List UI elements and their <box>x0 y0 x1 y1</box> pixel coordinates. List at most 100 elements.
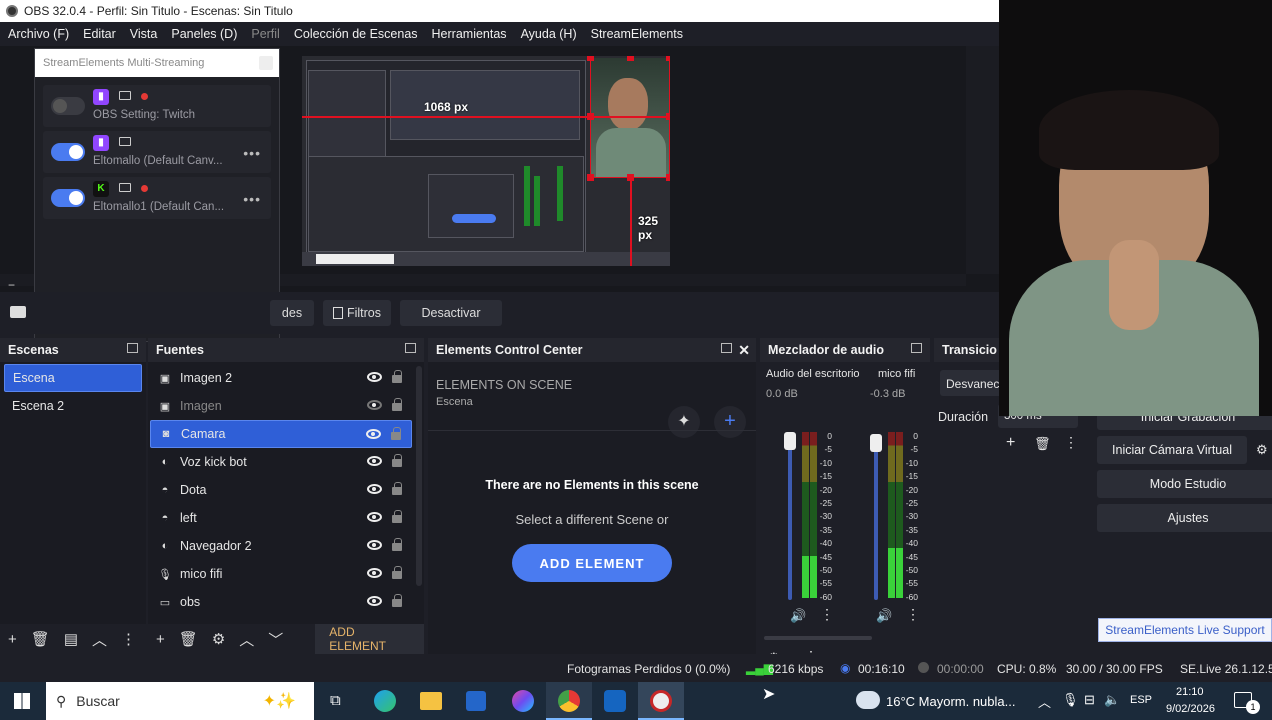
add-icon[interactable]: + <box>1006 434 1015 452</box>
up-icon[interactable]: ︿ <box>239 629 254 650</box>
scene-item[interactable]: Escena 2 <box>4 392 142 420</box>
chevron-up-icon[interactable]: ︿ <box>1038 692 1051 711</box>
se-live-support-button[interactable]: StreamElements Live Support <box>1098 618 1272 642</box>
settings-button[interactable]: Ajustes <box>1097 504 1272 532</box>
volume-icon[interactable]: 🔈 <box>1104 692 1120 708</box>
lock-icon[interactable] <box>392 370 402 383</box>
filters-button[interactable]: Filtros <box>323 300 391 326</box>
add-element-cta[interactable]: ADD ELEMENT <box>512 544 672 582</box>
eye-icon[interactable] <box>367 568 382 578</box>
undock-icon[interactable] <box>127 343 138 353</box>
weather-text[interactable]: 16°C Mayorm. nubla... <box>886 694 1015 709</box>
task-view-icon[interactable]: ⧉ <box>330 692 341 709</box>
eye-icon[interactable] <box>367 372 382 382</box>
lock-icon[interactable] <box>392 538 402 551</box>
lock-icon[interactable] <box>392 454 402 467</box>
more-options-icon[interactable]: ••• <box>243 191 261 207</box>
add-icon[interactable]: + <box>8 631 17 648</box>
add-icon[interactable]: + <box>714 406 746 438</box>
add-icon[interactable]: + <box>156 631 165 648</box>
up-icon[interactable]: ︿ <box>92 629 107 650</box>
camera-icon[interactable] <box>10 306 26 318</box>
language-indicator[interactable]: ESP <box>1130 694 1152 706</box>
stream-row-twitch-default[interactable]: ▮ OBS Setting: Twitch <box>43 85 271 127</box>
lock-icon[interactable] <box>392 594 402 607</box>
close-icon[interactable]: ✕ <box>738 342 750 359</box>
file-explorer-icon[interactable] <box>420 692 442 710</box>
gear-icon[interactable]: ⚙ <box>1256 442 1268 458</box>
menu-editar[interactable]: Editar <box>83 27 116 41</box>
more-icon[interactable]: ⋮ <box>1064 434 1078 451</box>
deactivate-button[interactable]: Desactivar <box>400 300 502 326</box>
store-icon[interactable] <box>466 691 486 711</box>
source-item[interactable]: ◙ Camara <box>150 420 412 448</box>
close-icon[interactable] <box>259 56 273 70</box>
trash-icon[interactable]: 🗑 <box>179 630 198 648</box>
speaker-icon[interactable]: 🔊 <box>876 608 892 624</box>
stream-row-eltomallo1[interactable]: K Eltomallo1 (Default Can... ••• <box>43 177 271 219</box>
menu-perfil[interactable]: Perfil <box>251 27 279 41</box>
toggle-switch[interactable] <box>51 189 85 207</box>
eye-icon[interactable] <box>367 512 382 522</box>
add-element-button[interactable]: ADD ELEMENT <box>315 620 424 658</box>
menu-paneles[interactable]: Paneles (D) <box>171 27 237 41</box>
lock-icon[interactable] <box>392 482 402 495</box>
source-item[interactable]: ◓ Dota <box>150 476 412 504</box>
eye-icon[interactable] <box>367 484 382 494</box>
source-item[interactable]: ▣ Imagen 2 <box>150 364 412 392</box>
menu-archivo[interactable]: Archivo (F) <box>8 27 69 41</box>
chrome-taskbar-item[interactable] <box>546 682 592 720</box>
eye-icon[interactable] <box>367 596 382 606</box>
undock-icon[interactable] <box>721 343 732 353</box>
studio-mode-button[interactable]: Modo Estudio <box>1097 470 1272 498</box>
mixer-hscrollbar[interactable] <box>764 636 872 640</box>
toggle-switch[interactable] <box>51 143 85 161</box>
edge-icon[interactable] <box>374 690 396 712</box>
minus-icon[interactable]: − <box>8 278 15 292</box>
eye-hidden-icon[interactable] <box>367 400 382 410</box>
network-icon[interactable]: ⊟ <box>1084 692 1095 708</box>
taskbar-search[interactable]: ⚲ Buscar ✦✨ <box>46 682 314 720</box>
obs-taskbar-item[interactable] <box>638 682 684 720</box>
volume-slider-track[interactable] <box>788 434 792 600</box>
gear-icon[interactable]: ⚙ <box>212 630 225 648</box>
toggle-switch[interactable] <box>51 97 85 115</box>
speaker-icon[interactable]: 🔊 <box>790 608 806 624</box>
source-item[interactable]: ▣ Imagen <box>150 392 412 420</box>
copilot-icon[interactable] <box>512 690 534 712</box>
virtual-camera-button[interactable]: Iniciar Cámara Virtual <box>1097 436 1247 464</box>
menu-ayuda[interactable]: Ayuda (H) <box>521 27 577 41</box>
source-item[interactable]: ▭ obs <box>150 588 412 616</box>
more-icon[interactable]: ⋮ <box>121 630 136 648</box>
lock-icon[interactable] <box>391 427 401 440</box>
trash-icon[interactable]: 🗑 <box>1034 436 1051 452</box>
menu-streamelements[interactable]: StreamElements <box>591 27 683 41</box>
eye-icon[interactable] <box>367 456 382 466</box>
stream-row-eltomallo[interactable]: ▮ Eltomallo (Default Canv... ••• <box>43 131 271 173</box>
menu-herramientas[interactable]: Herramientas <box>432 27 507 41</box>
more-icon[interactable]: ⋮ <box>906 606 920 623</box>
more-icon[interactable]: ⋮ <box>820 606 834 623</box>
filter-icon[interactable]: ▤ <box>64 630 78 648</box>
more-options-icon[interactable]: ••• <box>243 145 261 161</box>
source-item[interactable]: ◐ Voz kick bot <box>150 448 412 476</box>
preview-scrollbar[interactable] <box>966 46 1000 274</box>
source-item[interactable]: 🎙 mico fifi <box>150 560 412 588</box>
source-item[interactable]: ◐ Navegador 2 <box>150 532 412 560</box>
eye-icon[interactable] <box>366 429 381 439</box>
lock-icon[interactable] <box>392 398 402 411</box>
volume-slider-track[interactable] <box>874 434 878 600</box>
undock-icon[interactable] <box>911 343 922 353</box>
scene-item[interactable]: Escena <box>4 364 142 392</box>
volume-slider-knob[interactable] <box>870 434 882 452</box>
down-icon[interactable]: ﹀ <box>268 629 283 650</box>
lock-icon[interactable] <box>392 510 402 523</box>
undock-icon[interactable] <box>405 343 416 353</box>
magic-icon[interactable]: ✦ <box>668 406 700 438</box>
trash-icon[interactable]: 🗑 <box>31 630 50 648</box>
volume-slider-knob[interactable] <box>784 432 796 450</box>
canvas-preview[interactable]: 1068 px 325 px <box>302 56 670 266</box>
microphone-icon[interactable]: 🎙 <box>1062 692 1079 708</box>
menu-coleccion[interactable]: Colección de Escenas <box>294 27 418 41</box>
sources-scrollbar[interactable] <box>416 366 422 586</box>
